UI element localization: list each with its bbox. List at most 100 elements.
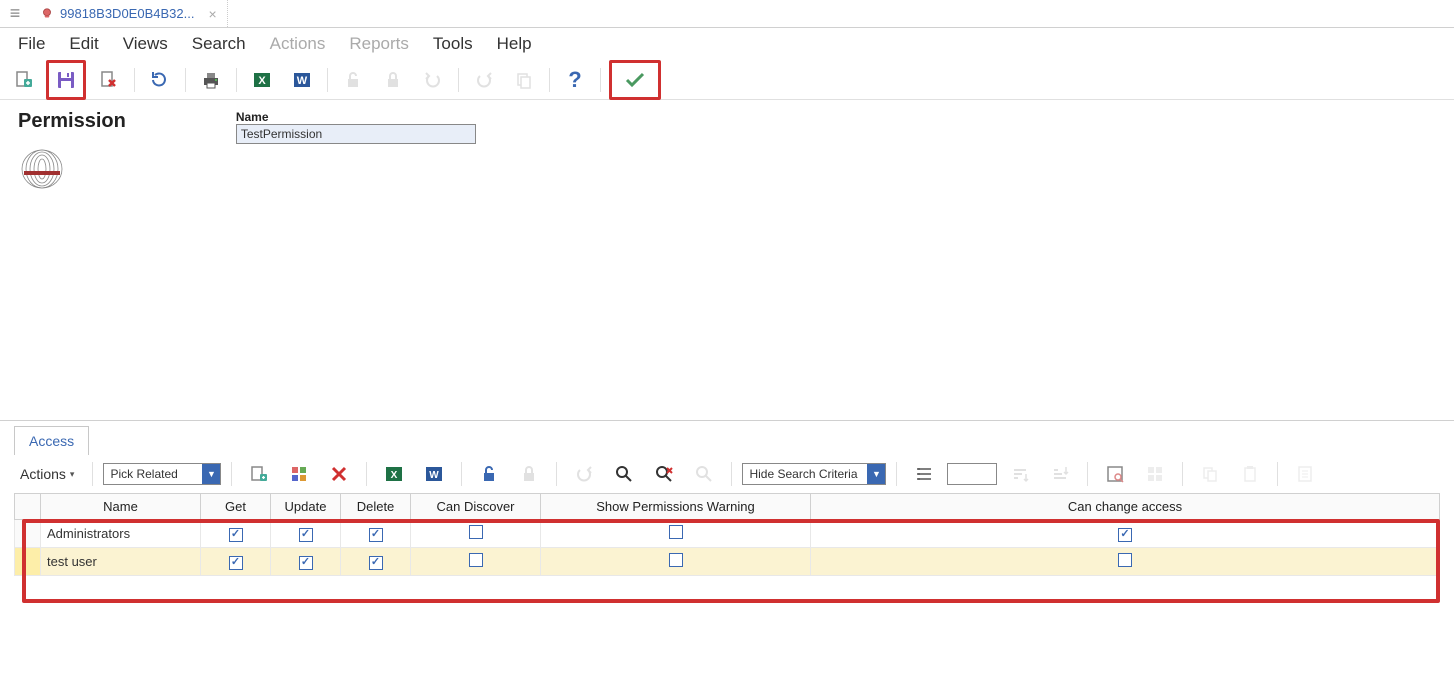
cell-name[interactable]: test user [41, 548, 201, 576]
col-discover[interactable]: Can Discover [411, 494, 541, 520]
tab-access[interactable]: Access [14, 426, 89, 455]
row-marker[interactable] [15, 520, 41, 548]
checkbox-delete[interactable] [369, 556, 383, 570]
separator [1182, 462, 1183, 486]
paste-icon [1233, 457, 1267, 491]
pick-related-combo[interactable]: Pick Related ▼ [103, 463, 221, 485]
new-document-icon[interactable] [6, 63, 40, 97]
separator [461, 462, 462, 486]
cell-get [201, 520, 271, 548]
hide-search-combo[interactable]: Hide Search Criteria ▼ [742, 463, 886, 485]
menu-edit[interactable]: Edit [57, 30, 110, 58]
promote-icon [567, 457, 601, 491]
checkbox-update[interactable] [299, 528, 313, 542]
document-tab[interactable]: 99818B3D0E0B4B32... × [30, 0, 228, 27]
menu-file[interactable]: File [6, 30, 57, 58]
checkbox-get[interactable] [229, 556, 243, 570]
help-icon[interactable]: ? [558, 63, 592, 97]
search-refresh-icon [687, 457, 721, 491]
search-icon[interactable] [607, 457, 641, 491]
chevron-down-icon[interactable]: ▼ [867, 464, 885, 484]
hide-search-label: Hide Search Criteria [743, 467, 867, 481]
search-input[interactable] [947, 463, 997, 485]
table-row[interactable]: Administrators [15, 520, 1440, 548]
word-icon[interactable]: W [417, 457, 451, 491]
cell-discover [411, 520, 541, 548]
excel-icon[interactable]: X [377, 457, 411, 491]
col-name[interactable]: Name [41, 494, 201, 520]
cell-update [271, 548, 341, 576]
col-update[interactable]: Update [271, 494, 341, 520]
menu-actions: Actions [258, 30, 338, 58]
cell-discover [411, 548, 541, 576]
hamburger-menu[interactable]: ≡ [0, 3, 30, 24]
pick-related-label: Pick Related [104, 467, 202, 481]
menu-search[interactable]: Search [180, 30, 258, 58]
excel-export-icon[interactable]: X [245, 63, 279, 97]
col-warning[interactable]: Show Permissions Warning [541, 494, 811, 520]
name-input[interactable] [236, 124, 476, 144]
checkbox-warning[interactable] [669, 525, 683, 539]
save-highlight [46, 60, 86, 100]
unlock-icon[interactable] [472, 457, 506, 491]
sort-asc-icon [1003, 457, 1037, 491]
svg-text:W: W [430, 470, 440, 481]
cell-name[interactable]: Administrators [41, 520, 201, 548]
checkbox-update[interactable] [299, 556, 313, 570]
word-export-icon[interactable]: W [285, 63, 319, 97]
checkbox-change[interactable] [1118, 528, 1132, 542]
actions-dropdown[interactable]: Actions [12, 462, 82, 486]
checkbox-change[interactable] [1118, 553, 1132, 567]
checkbox-get[interactable] [229, 528, 243, 542]
separator [556, 462, 557, 486]
copy-icon [507, 63, 541, 97]
menu-tools[interactable]: Tools [421, 30, 485, 58]
col-delete[interactable]: Delete [341, 494, 411, 520]
delete-document-icon[interactable] [92, 63, 126, 97]
cell-warning [541, 548, 811, 576]
checkbox-discover[interactable] [469, 553, 483, 567]
checkbox-warning[interactable] [669, 553, 683, 567]
cell-update [271, 520, 341, 548]
col-marker[interactable] [15, 494, 41, 520]
sort-desc-icon [1043, 457, 1077, 491]
table-row[interactable]: test user [15, 548, 1440, 576]
copy-icon [1193, 457, 1227, 491]
redo-icon [467, 63, 501, 97]
delete-row-icon[interactable] [322, 457, 356, 491]
checkbox-discover[interactable] [469, 525, 483, 539]
new-row-icon[interactable] [242, 457, 276, 491]
separator [185, 68, 186, 92]
cell-delete [341, 548, 411, 576]
cell-change [811, 548, 1440, 576]
separator [236, 68, 237, 92]
categories-icon[interactable] [282, 457, 316, 491]
separator [366, 462, 367, 486]
sub-toolbar: Actions Pick Related ▼ X W [0, 455, 1454, 493]
menu-help[interactable]: Help [485, 30, 544, 58]
list-settings-icon[interactable] [907, 457, 941, 491]
view-detail-icon[interactable] [1098, 457, 1132, 491]
done-checkmark-icon[interactable] [618, 63, 652, 97]
col-change[interactable]: Can change access [811, 494, 1440, 520]
lock-open-icon [336, 63, 370, 97]
menu-reports: Reports [337, 30, 421, 58]
search-cancel-icon[interactable] [647, 457, 681, 491]
svg-text:W: W [297, 75, 308, 87]
col-get[interactable]: Get [201, 494, 271, 520]
chevron-down-icon[interactable]: ▼ [202, 464, 220, 484]
save-icon[interactable] [49, 63, 83, 97]
checkbox-delete[interactable] [369, 528, 383, 542]
print-icon[interactable] [194, 63, 228, 97]
tab-close-icon[interactable]: × [208, 6, 216, 22]
cell-change [811, 520, 1440, 548]
row-marker[interactable] [15, 548, 41, 576]
refresh-icon[interactable] [143, 63, 177, 97]
fingerprint-icon [18, 149, 66, 189]
view-grid-icon [1138, 457, 1172, 491]
svg-text:X: X [391, 470, 398, 481]
lock-closed-icon [376, 63, 410, 97]
svg-text:X: X [258, 75, 266, 87]
menu-views[interactable]: Views [111, 30, 180, 58]
undo-icon [416, 63, 450, 97]
